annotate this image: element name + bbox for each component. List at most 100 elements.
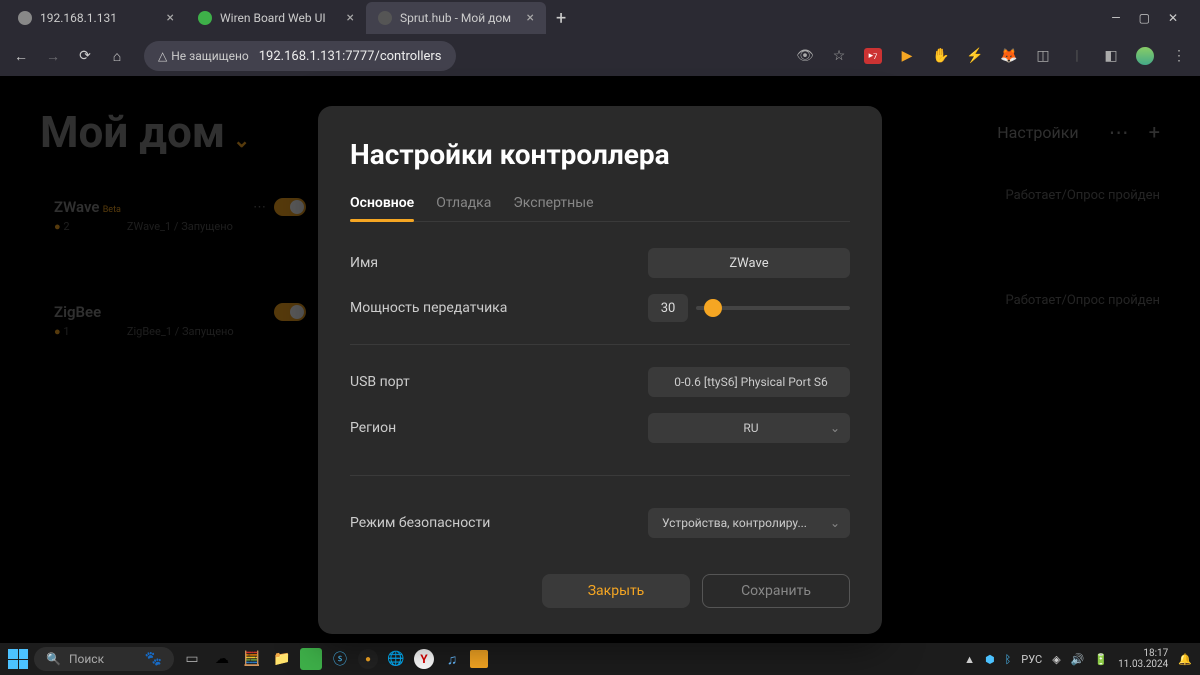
save-button[interactable]: Сохранить <box>702 574 850 608</box>
tray-icon[interactable]: ⬢ <box>985 653 995 666</box>
new-tab-button[interactable]: + <box>546 8 576 29</box>
calculator-icon[interactable]: 🧮 <box>240 647 264 671</box>
row-security: Режим безопасности Устройства, контролир… <box>350 500 850 546</box>
home-icon[interactable]: ⌂ <box>108 48 126 65</box>
slider-thumb[interactable] <box>704 299 722 317</box>
row-region: Регион RU ⌄ <box>350 405 850 451</box>
extensions-menu-icon[interactable]: ◫ <box>1034 47 1052 65</box>
extension-icon[interactable]: 🦊 <box>1000 47 1018 65</box>
menu-icon[interactable]: ⋮ <box>1170 47 1188 65</box>
extension-icon[interactable]: ▸7 <box>864 48 882 64</box>
search-placeholder: Поиск <box>69 652 104 666</box>
explorer-icon[interactable]: 📁 <box>270 647 294 671</box>
wifi-icon[interactable]: ◈ <box>1052 653 1060 666</box>
device-count: 2 <box>63 220 69 233</box>
app-icon[interactable]: ♫ <box>440 647 464 671</box>
slider-value: 30 <box>648 294 688 322</box>
app-icon[interactable]: ⓢ <box>328 647 352 671</box>
slider-track[interactable] <box>696 306 850 310</box>
address-row: ← → ⟳ ⌂ △ Не защищено 192.168.1.131:7777… <box>0 36 1200 76</box>
eye-off-icon[interactable]: 👁 <box>796 47 814 65</box>
name-label: Имя <box>350 255 378 271</box>
controller-sub: ZigBee_1 / Запущено <box>127 325 234 338</box>
weather-icon[interactable]: ☁ <box>210 647 234 671</box>
close-icon[interactable]: × <box>347 10 354 26</box>
clock[interactable]: 18:17 11.03.2024 <box>1118 648 1168 670</box>
not-secure-badge: △ Не защищено <box>158 49 249 63</box>
extension-icon[interactable]: ▶ <box>898 47 916 65</box>
bluetooth-icon[interactable]: ᛒ <box>1005 653 1012 666</box>
tab-label: 192.168.1.131 <box>40 11 117 25</box>
controller-name: ZigBee <box>54 303 101 321</box>
power-slider[interactable]: 30 <box>648 294 850 322</box>
toggle-switch[interactable] <box>274 303 306 321</box>
volume-icon[interactable]: 🔊 <box>1071 653 1085 666</box>
toggle-switch[interactable] <box>274 198 306 216</box>
task-view-icon[interactable]: ▭ <box>180 647 204 671</box>
forward-icon[interactable]: → <box>44 48 62 65</box>
usb-select[interactable]: 0-0.6 [ttyS6] Physical Port S6 <box>648 367 850 397</box>
app-icon[interactable] <box>470 650 488 668</box>
chevron-down-icon: ⌄ <box>233 128 250 152</box>
divider <box>350 475 850 476</box>
close-window-button[interactable]: ✕ <box>1168 11 1178 25</box>
language-indicator[interactable]: РУС <box>1021 653 1042 666</box>
security-value: Устройства, контролиру... <box>662 516 807 530</box>
device-count: 1 <box>63 325 69 338</box>
yandex-icon[interactable]: Y <box>414 649 434 669</box>
profile-avatar[interactable] <box>1136 47 1154 65</box>
back-icon[interactable]: ← <box>12 48 30 65</box>
time-text: 18:17 <box>1118 648 1168 659</box>
minimize-button[interactable]: — <box>1111 11 1120 25</box>
more-icon[interactable]: ⋯ <box>1109 120 1129 144</box>
beta-badge: Beta <box>103 205 121 215</box>
tabs-row: 192.168.1.131 × Wiren Board Web UI × Spr… <box>0 0 1200 36</box>
modal-title: Настройки контроллера <box>350 138 850 171</box>
modal-actions: Закрыть Сохранить <box>350 574 850 608</box>
divider <box>350 344 850 345</box>
controller-card[interactable]: ZWave Beta ● 2 ZWave_1 / Запущено ⋯ <box>40 188 320 253</box>
more-dots[interactable]: ⋯ <box>253 200 266 215</box>
security-select[interactable]: Устройства, контролиру... ⌄ <box>648 508 850 538</box>
name-input[interactable] <box>648 248 850 278</box>
sidepanel-icon[interactable]: ◧ <box>1102 47 1120 65</box>
add-icon[interactable]: + <box>1149 120 1160 144</box>
taskbar-search[interactable]: 🔍 Поиск 🐾 <box>34 647 174 671</box>
reload-icon[interactable]: ⟳ <box>76 48 94 64</box>
close-icon[interactable]: × <box>167 10 174 26</box>
badge-count: 7 <box>873 52 877 61</box>
region-label: Регион <box>350 420 396 436</box>
taskbar: 🔍 Поиск 🐾 ▭ ☁ 🧮 📁 ⓢ ● 🌐 Y ♫ ▲ ⬢ ᛒ РУС ◈ … <box>0 643 1200 675</box>
site-icon <box>378 11 392 25</box>
tab-main[interactable]: Основное <box>350 195 414 221</box>
notifications-icon[interactable]: 🔔 <box>1178 653 1192 666</box>
bookmark-icon[interactable]: ☆ <box>830 47 848 65</box>
tab-2[interactable]: Sprut.hub - Мой дом × <box>366 2 546 34</box>
extension-icon[interactable]: ⚡ <box>966 47 984 65</box>
app-icon[interactable]: ● <box>358 649 378 669</box>
settings-link[interactable]: Настройки <box>997 123 1078 142</box>
app-icon[interactable] <box>300 648 322 670</box>
security-label: Режим безопасности <box>350 515 490 531</box>
address-bar[interactable]: △ Не защищено 192.168.1.131:7777/control… <box>144 41 456 71</box>
close-button[interactable]: Закрыть <box>542 574 690 608</box>
region-select[interactable]: RU ⌄ <box>648 413 850 443</box>
status-text: Работает/Опрос пройден <box>1006 188 1160 203</box>
modal-tabs: Основное Отладка Экспертные <box>350 195 850 222</box>
tab-debug[interactable]: Отладка <box>436 195 491 221</box>
chrome-icon[interactable]: 🌐 <box>384 647 408 671</box>
site-icon <box>198 11 212 25</box>
controller-card[interactable]: ZigBee ● 1 ZigBee_1 / Запущено <box>40 293 320 358</box>
tab-expert[interactable]: Экспертные <box>513 195 593 221</box>
close-icon[interactable]: × <box>527 10 534 26</box>
battery-icon[interactable]: 🔋 <box>1094 653 1108 666</box>
start-button[interactable] <box>8 649 28 669</box>
maximize-button[interactable]: ▢ <box>1139 11 1150 25</box>
browser-chrome: 192.168.1.131 × Wiren Board Web UI × Spr… <box>0 0 1200 76</box>
row-usb: USB порт 0-0.6 [ttyS6] Physical Port S6 <box>350 359 850 405</box>
tab-1[interactable]: Wiren Board Web UI × <box>186 2 366 34</box>
tab-0[interactable]: 192.168.1.131 × <box>6 2 186 34</box>
usb-label: USB порт <box>350 374 410 390</box>
tray-icon[interactable]: ▲ <box>964 653 975 666</box>
extension-icon[interactable]: ✋ <box>932 47 950 65</box>
